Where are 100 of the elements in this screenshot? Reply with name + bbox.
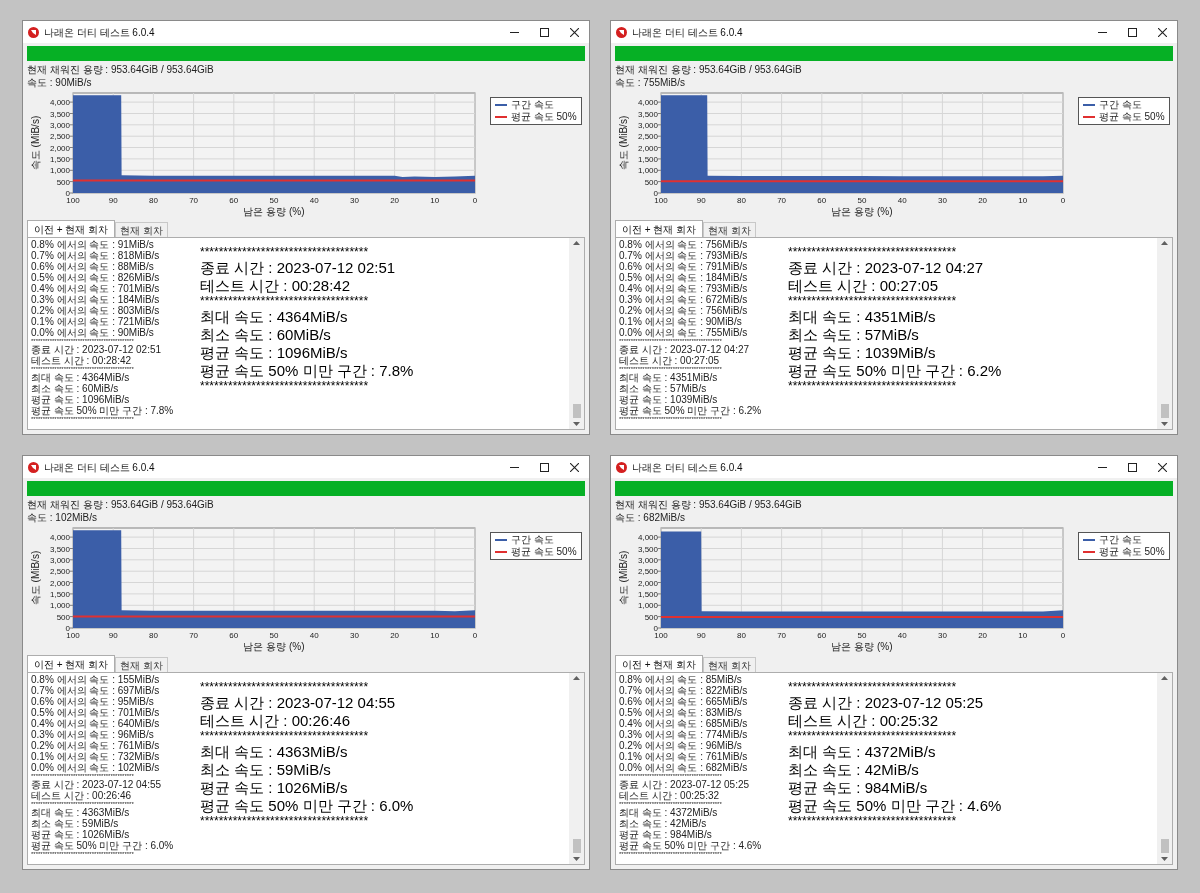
summary-separator: ************************************	[200, 815, 370, 828]
app-icon	[28, 461, 39, 473]
summary-line: 평균 속도 50% 미만 구간 : 4.6%	[788, 797, 1003, 815]
tab[interactable]: 현재 회차	[703, 657, 756, 672]
tab[interactable]: 현재 회차	[115, 222, 168, 237]
axis-tick-label: 50	[269, 196, 279, 205]
log-line: 0.0% 에서의 속도 : 682MiB/s	[619, 762, 749, 773]
summary-line: 최소 속도 : 57MiB/s	[788, 326, 920, 344]
axis-tick-label: 1,500	[637, 154, 658, 164]
maximize-icon	[539, 462, 549, 472]
scroll-up-icon[interactable]	[1161, 241, 1168, 245]
summary-separator: ************************************	[788, 380, 958, 393]
scrollbar-thumb[interactable]	[572, 839, 581, 853]
axis-title: 속도 (MiB/s)	[618, 550, 629, 606]
summary-line: 최대 속도 : 4372MiB/s	[788, 743, 937, 761]
log-line: 평균 속도 : 984MiB/s	[619, 829, 713, 840]
log-line: 0.7% 에서의 속도 : 818MiB/s	[31, 250, 161, 261]
log-line: 0.5% 에서의 속도 : 701MiB/s	[31, 707, 161, 718]
minimize-icon	[509, 466, 519, 468]
axis-tick-label: 1,000	[49, 601, 70, 611]
legend-line-icon	[1083, 539, 1095, 541]
axis-title: 남은 용량 (%)	[831, 206, 893, 217]
app-icon	[28, 26, 39, 38]
axis-tick-label: 4,000	[637, 98, 658, 108]
scrollbar-thumb[interactable]	[1160, 839, 1169, 853]
summary-line: 평균 속도 : 984MiB/s	[788, 779, 929, 797]
legend-label: 평균 속도 50%	[1099, 546, 1165, 558]
axis-tick-label: 40	[309, 196, 319, 205]
axis-title: 속도 (MiB/s)	[30, 550, 41, 606]
scroll-up-icon[interactable]	[573, 241, 580, 245]
axis-tick-label: 80	[736, 631, 746, 640]
tab[interactable]: 이전 + 현재 회차	[27, 220, 116, 237]
log-line: 테스트 시간 : 00:25:32	[619, 790, 720, 801]
close-icon	[1157, 27, 1167, 37]
summary-separator: ************************************	[788, 246, 958, 259]
close-icon	[569, 27, 579, 37]
legend-label: 평균 속도 50%	[511, 111, 577, 123]
scroll-down-icon[interactable]	[1161, 857, 1168, 861]
scrollbar-thumb[interactable]	[572, 404, 581, 418]
axis-tick-label: 0	[65, 189, 70, 198]
scroll-down-icon[interactable]	[1161, 422, 1168, 426]
axis-tick-label: 90	[108, 631, 118, 640]
tab[interactable]: 현재 회차	[115, 657, 168, 672]
summary-line: 종료 시간 : 2023-07-12 05:25	[788, 694, 985, 712]
axis-tick-label: 0	[653, 189, 658, 198]
axis-tick-label: 2,500	[49, 567, 70, 577]
tab[interactable]: 이전 + 현재 회차	[615, 220, 704, 237]
tab[interactable]: 이전 + 현재 회차	[615, 655, 704, 672]
tab[interactable]: 이전 + 현재 회차	[27, 655, 116, 672]
axis-tick-label: 50	[857, 631, 867, 640]
log-line: 최소 속도 : 57MiB/s	[619, 383, 708, 394]
log-line: 0.6% 에서의 속도 : 791MiB/s	[619, 261, 749, 272]
axis-tick-label: 20	[978, 631, 988, 640]
summary-separator: ************************************	[788, 295, 958, 308]
scrollbar[interactable]	[569, 238, 584, 429]
axis-title: 남은 용량 (%)	[243, 641, 305, 652]
summary-line: 종료 시간 : 2023-07-12 04:27	[788, 259, 985, 277]
summary-separator: ************************************	[200, 380, 370, 393]
axis-tick-label: 2,500	[637, 567, 658, 577]
close-icon	[569, 462, 579, 472]
log-line: 테스트 시간 : 00:27:05	[619, 355, 720, 366]
summary-line: 최소 속도 : 60MiB/s	[200, 326, 332, 344]
log-line: 평균 속도 50% 미만 구간 : 4.6%	[619, 840, 763, 851]
log-line: 0.3% 에서의 속도 : 96MiB/s	[31, 729, 155, 740]
scrollbar[interactable]	[1157, 238, 1172, 429]
tab[interactable]: 현재 회차	[703, 222, 756, 237]
scroll-down-icon[interactable]	[573, 857, 580, 861]
scroll-down-icon[interactable]	[573, 422, 580, 426]
summary-line: 평균 속도 : 1026MiB/s	[200, 779, 349, 797]
axis-tick-label: 1,500	[637, 589, 658, 599]
minimize-icon	[1097, 466, 1107, 468]
log-line: 0.3% 에서의 속도 : 774MiB/s	[619, 729, 749, 740]
legend-label: 구간 속도	[511, 99, 554, 111]
close-icon	[1157, 462, 1167, 472]
scrollbar[interactable]	[1157, 673, 1172, 864]
window-title: 나래온 더티 테스트 6.0.4	[632, 460, 743, 475]
scrollbar-thumb[interactable]	[1160, 404, 1169, 418]
log-line: 0.7% 에서의 속도 : 793MiB/s	[619, 250, 749, 261]
axis-tick-label: 50	[269, 631, 279, 640]
scroll-up-icon[interactable]	[1161, 676, 1168, 680]
summary-line: 최소 속도 : 42MiB/s	[788, 761, 920, 779]
axis-tick-label: 1,000	[637, 166, 658, 176]
log-line: 0.8% 에서의 속도 : 85MiB/s	[619, 674, 743, 685]
summary-line: 평균 속도 50% 미만 구간 : 6.0%	[200, 797, 415, 815]
log-line: 종료 시간 : 2023-07-12 04:55	[31, 779, 163, 790]
window-title: 나래온 더티 테스트 6.0.4	[44, 460, 155, 475]
axis-tick-label: 60	[229, 631, 239, 640]
axis-tick-label: 500	[56, 177, 70, 187]
axis-tick-label: 2,000	[637, 143, 658, 153]
scroll-up-icon[interactable]	[573, 676, 580, 680]
summary-line: 테스트 시간 : 00:28:42	[200, 277, 352, 295]
axis-tick-label: 500	[644, 177, 658, 187]
log-line: 0.6% 에서의 속도 : 665MiB/s	[619, 696, 749, 707]
axis-tick-label: 10	[430, 631, 440, 640]
log-line: 0.2% 에서의 속도 : 803MiB/s	[31, 305, 161, 316]
log-line: 0.5% 에서의 속도 : 184MiB/s	[619, 272, 749, 283]
legend-line-icon	[1083, 116, 1095, 118]
scrollbar[interactable]	[569, 673, 584, 864]
axis-tick-label: 40	[309, 631, 319, 640]
summary-separator: ************************************	[200, 246, 370, 259]
